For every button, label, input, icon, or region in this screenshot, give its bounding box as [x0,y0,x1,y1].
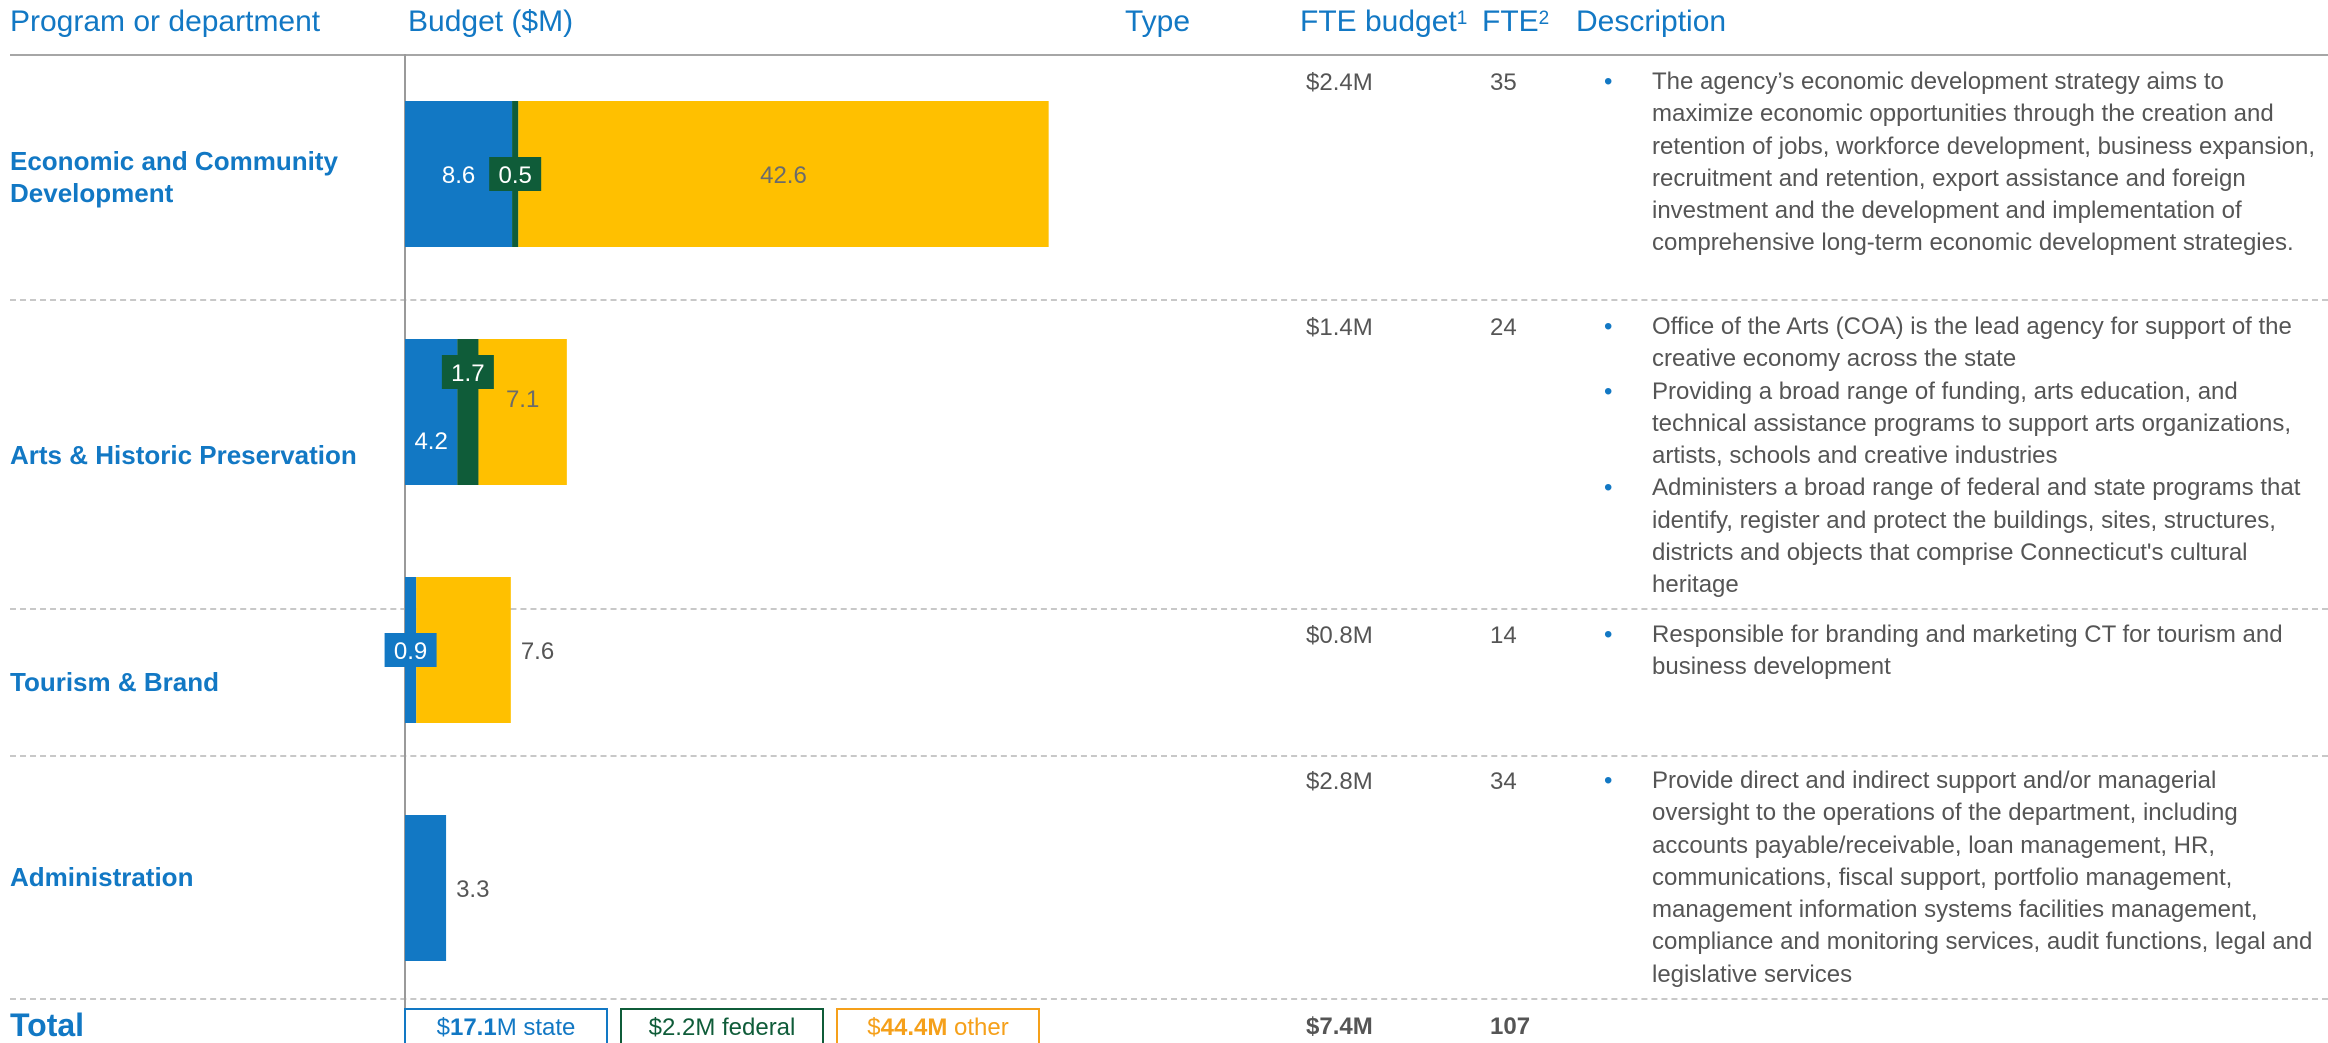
program-name: Tourism & Brand [10,667,219,697]
fte-value: 35 [1490,69,1517,96]
description-item: Provide direct and indirect support and/… [1600,765,2320,991]
program-name: Arts & Historic Preservation [10,440,357,470]
legend-other-total: $44.4M other [836,1008,1040,1043]
value-label-other: 42.6 [760,162,807,189]
description-item: Office of the Arts (COA) is the lead age… [1600,311,2320,376]
value-label-other: 7.1 [506,386,539,413]
total-fte: 107 [1490,1013,1531,1040]
value-label-state: 4.2 [414,428,447,455]
total-label: Total [10,1007,85,1043]
legend-other-prefix: $ [867,1014,881,1041]
legend-state-total: $17.1M state [404,1008,608,1043]
description-list: The agency’s economic development strate… [1600,66,2320,260]
value-label-federal: 0.5 [498,162,531,189]
fte-value: 14 [1490,622,1517,649]
legend-state-value: 17.1 [449,1014,497,1041]
description-item: The agency’s economic development strate… [1600,66,2320,260]
legend-state-prefix: $ [436,1014,450,1041]
description-item: Administers a broad range of federal and… [1600,472,2320,601]
legend-federal-text: $2.2M federal [648,1014,796,1041]
description-item: Responsible for branding and marketing C… [1600,619,2320,684]
fte-budget-value: $2.8M [1306,768,1373,795]
bar-segment-state [405,815,447,961]
fte-value: 34 [1490,768,1517,795]
value-label-state: 0.9 [394,638,427,665]
fte-value: 24 [1490,314,1517,341]
legend-other-value: 44.4M [880,1014,948,1041]
value-label-state: 8.6 [442,162,475,189]
program-name: Administration [10,862,194,892]
value-label-state: 3.3 [456,876,489,903]
fte-budget-value: $0.8M [1306,622,1373,649]
description-list: Provide direct and indirect support and/… [1600,765,2320,991]
value-label-federal: 1.7 [451,360,484,387]
legend-other-suffix: other [947,1014,1009,1041]
description-list: Office of the Arts (COA) is the lead age… [1600,311,2320,602]
legend-state-suffix: M state [496,1014,576,1041]
legend-federal-total: $2.2M federal [620,1008,824,1043]
total-fte-budget: $7.4M [1306,1013,1373,1040]
value-label-other: 7.6 [521,638,554,665]
fte-budget-value: $2.4M [1306,69,1373,96]
budget-table-page: Program or department Budget ($M) Type F… [0,0,2328,1043]
description-item: Providing a broad range of funding, arts… [1600,376,2320,473]
description-list: Responsible for branding and marketing C… [1600,619,2320,684]
program-name: Economic and Community Development [10,146,338,208]
fte-budget-value: $1.4M [1306,314,1373,341]
